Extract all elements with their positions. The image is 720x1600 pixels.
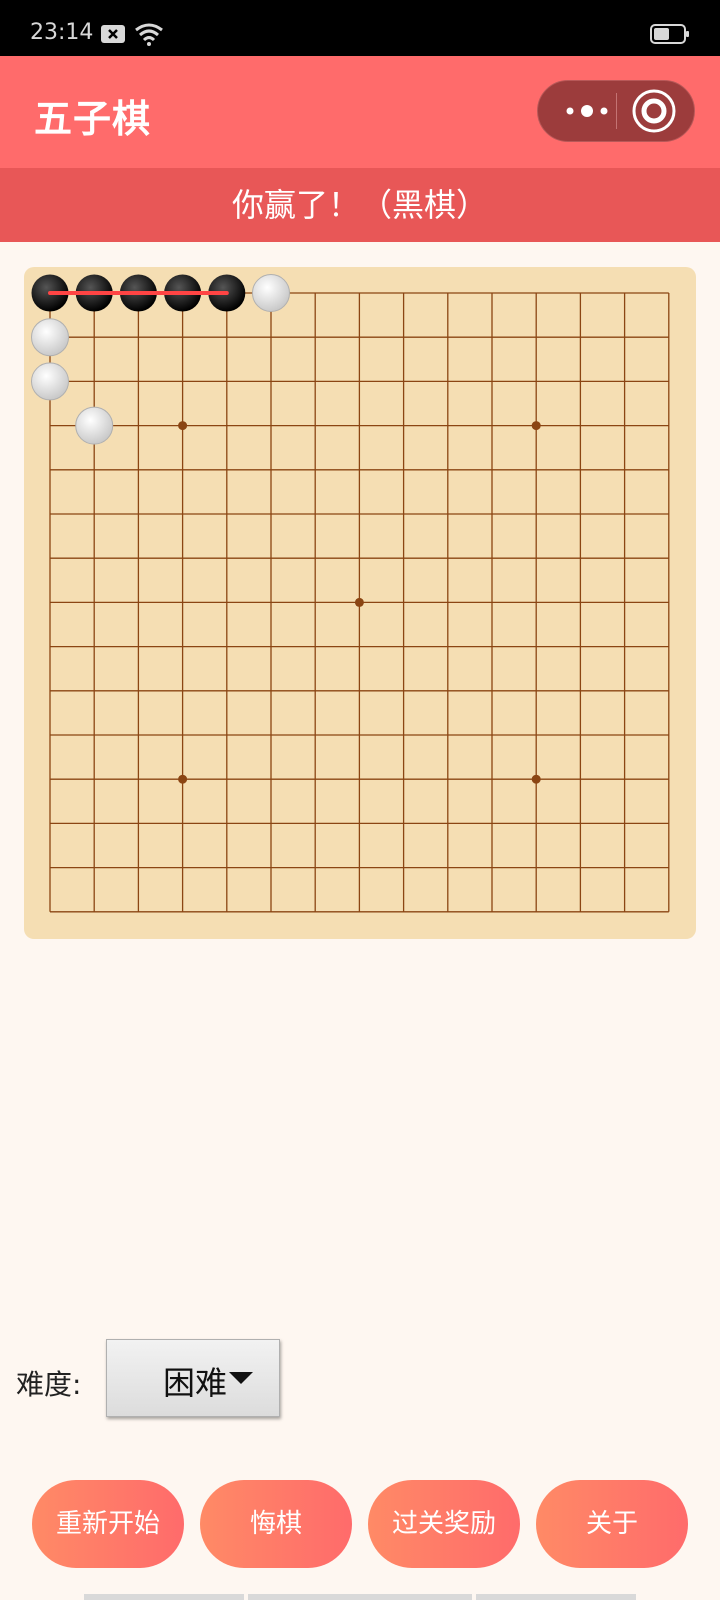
result-banner: 你赢了！（黑棋）	[0, 168, 720, 242]
home-indicator	[476, 1594, 636, 1600]
white-stone	[31, 318, 69, 357]
wifi-icon	[135, 23, 163, 46]
more-icon[interactable]	[558, 81, 616, 141]
notification-icon	[101, 25, 125, 43]
undo-button[interactable]: 悔棋	[200, 1480, 352, 1568]
navigation-bar: 五子棋	[0, 56, 720, 168]
close-target-icon[interactable]	[628, 85, 680, 137]
dropdown-caret-icon	[229, 1372, 253, 1384]
star-point	[354, 597, 364, 607]
restart-button[interactable]: 重新开始	[32, 1480, 184, 1568]
difficulty-label: 难度:	[16, 1368, 82, 1401]
about-button[interactable]: 关于	[536, 1480, 688, 1568]
board-canvas[interactable]	[24, 267, 696, 939]
star-point	[178, 421, 188, 431]
home-indicator	[248, 1594, 472, 1600]
white-stone	[75, 406, 114, 445]
difficulty-select[interactable]: 困难	[106, 1339, 280, 1417]
reward-button[interactable]: 过关奖励	[368, 1480, 520, 1568]
star-point	[531, 421, 541, 431]
white-stone	[31, 362, 69, 401]
gomoku-board[interactable]	[24, 267, 696, 939]
battery-icon	[650, 24, 689, 44]
status-bar: 23:14	[0, 0, 720, 56]
white-stone	[252, 274, 290, 312]
star-point	[178, 774, 188, 784]
difficulty-value: 困难	[163, 1364, 228, 1402]
home-indicator	[84, 1594, 244, 1600]
page-title: 五子棋	[34, 97, 152, 141]
capsule-divider	[616, 93, 617, 129]
status-time: 23:14	[30, 20, 94, 45]
star-point	[531, 774, 541, 784]
mini-program-capsule	[537, 80, 695, 142]
